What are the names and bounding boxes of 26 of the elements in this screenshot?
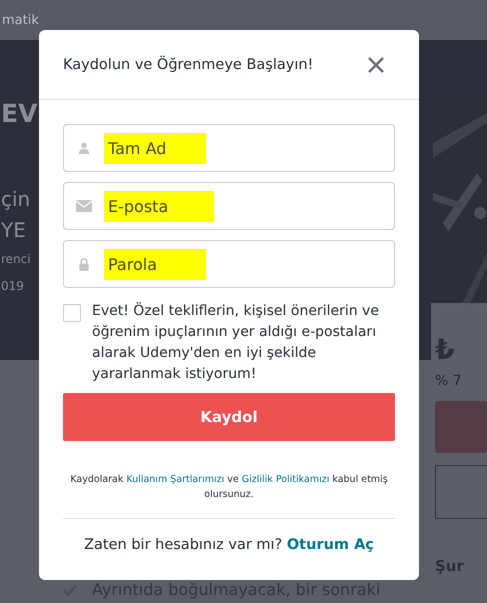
course-subtitle: çin	[1, 186, 30, 213]
price-text: ₺	[435, 333, 456, 367]
course-title: EV	[1, 98, 38, 130]
terms-text: Kaydolarak Kullanım Şartlarımızı ve Gizlilik Politikamızı kabul etmiş olursunuz.	[69, 473, 389, 502]
buy-button[interactable]	[435, 465, 487, 519]
check-icon	[62, 582, 78, 598]
checkbox[interactable]	[63, 304, 81, 322]
cart-button[interactable]	[435, 401, 487, 453]
dialog-title: Kaydolun ve Öğrenmeye Başlayın!	[63, 56, 314, 72]
input-field[interactable]: Parola	[104, 248, 206, 280]
envelope-icon	[76, 200, 92, 212]
consent-label: Evet! Özel tekliflerin, kişisel önerilerin ve öğrenim ipuçlarının yer aldığı e-postaları alarak Udemy'den en iyi şekilde yararlanmak istiyorum!	[92, 301, 380, 384]
nav-link[interactable]: matik	[2, 12, 39, 28]
discount-text: % 7	[435, 373, 463, 389]
privacy-link[interactable]: Gizlilik Politikamızı	[242, 474, 330, 485]
terms-link[interactable]: Kullanım Şartlarımızı	[126, 474, 224, 485]
login-prompt: Zaten bir hesabınız var mı? Oturum Aç	[83, 537, 375, 553]
course-meta: 019	[1, 278, 24, 295]
login-link[interactable]: Oturum Aç	[286, 537, 374, 553]
close-icon[interactable]	[367, 56, 385, 74]
course-subtitle: YE	[1, 217, 26, 244]
course-meta: renci	[1, 251, 31, 268]
input-field[interactable]: E-posta	[104, 190, 214, 222]
signup-button[interactable]: Kaydol	[63, 393, 395, 441]
input-field[interactable]: Tam Ad	[104, 132, 206, 164]
user-icon	[76, 142, 92, 154]
